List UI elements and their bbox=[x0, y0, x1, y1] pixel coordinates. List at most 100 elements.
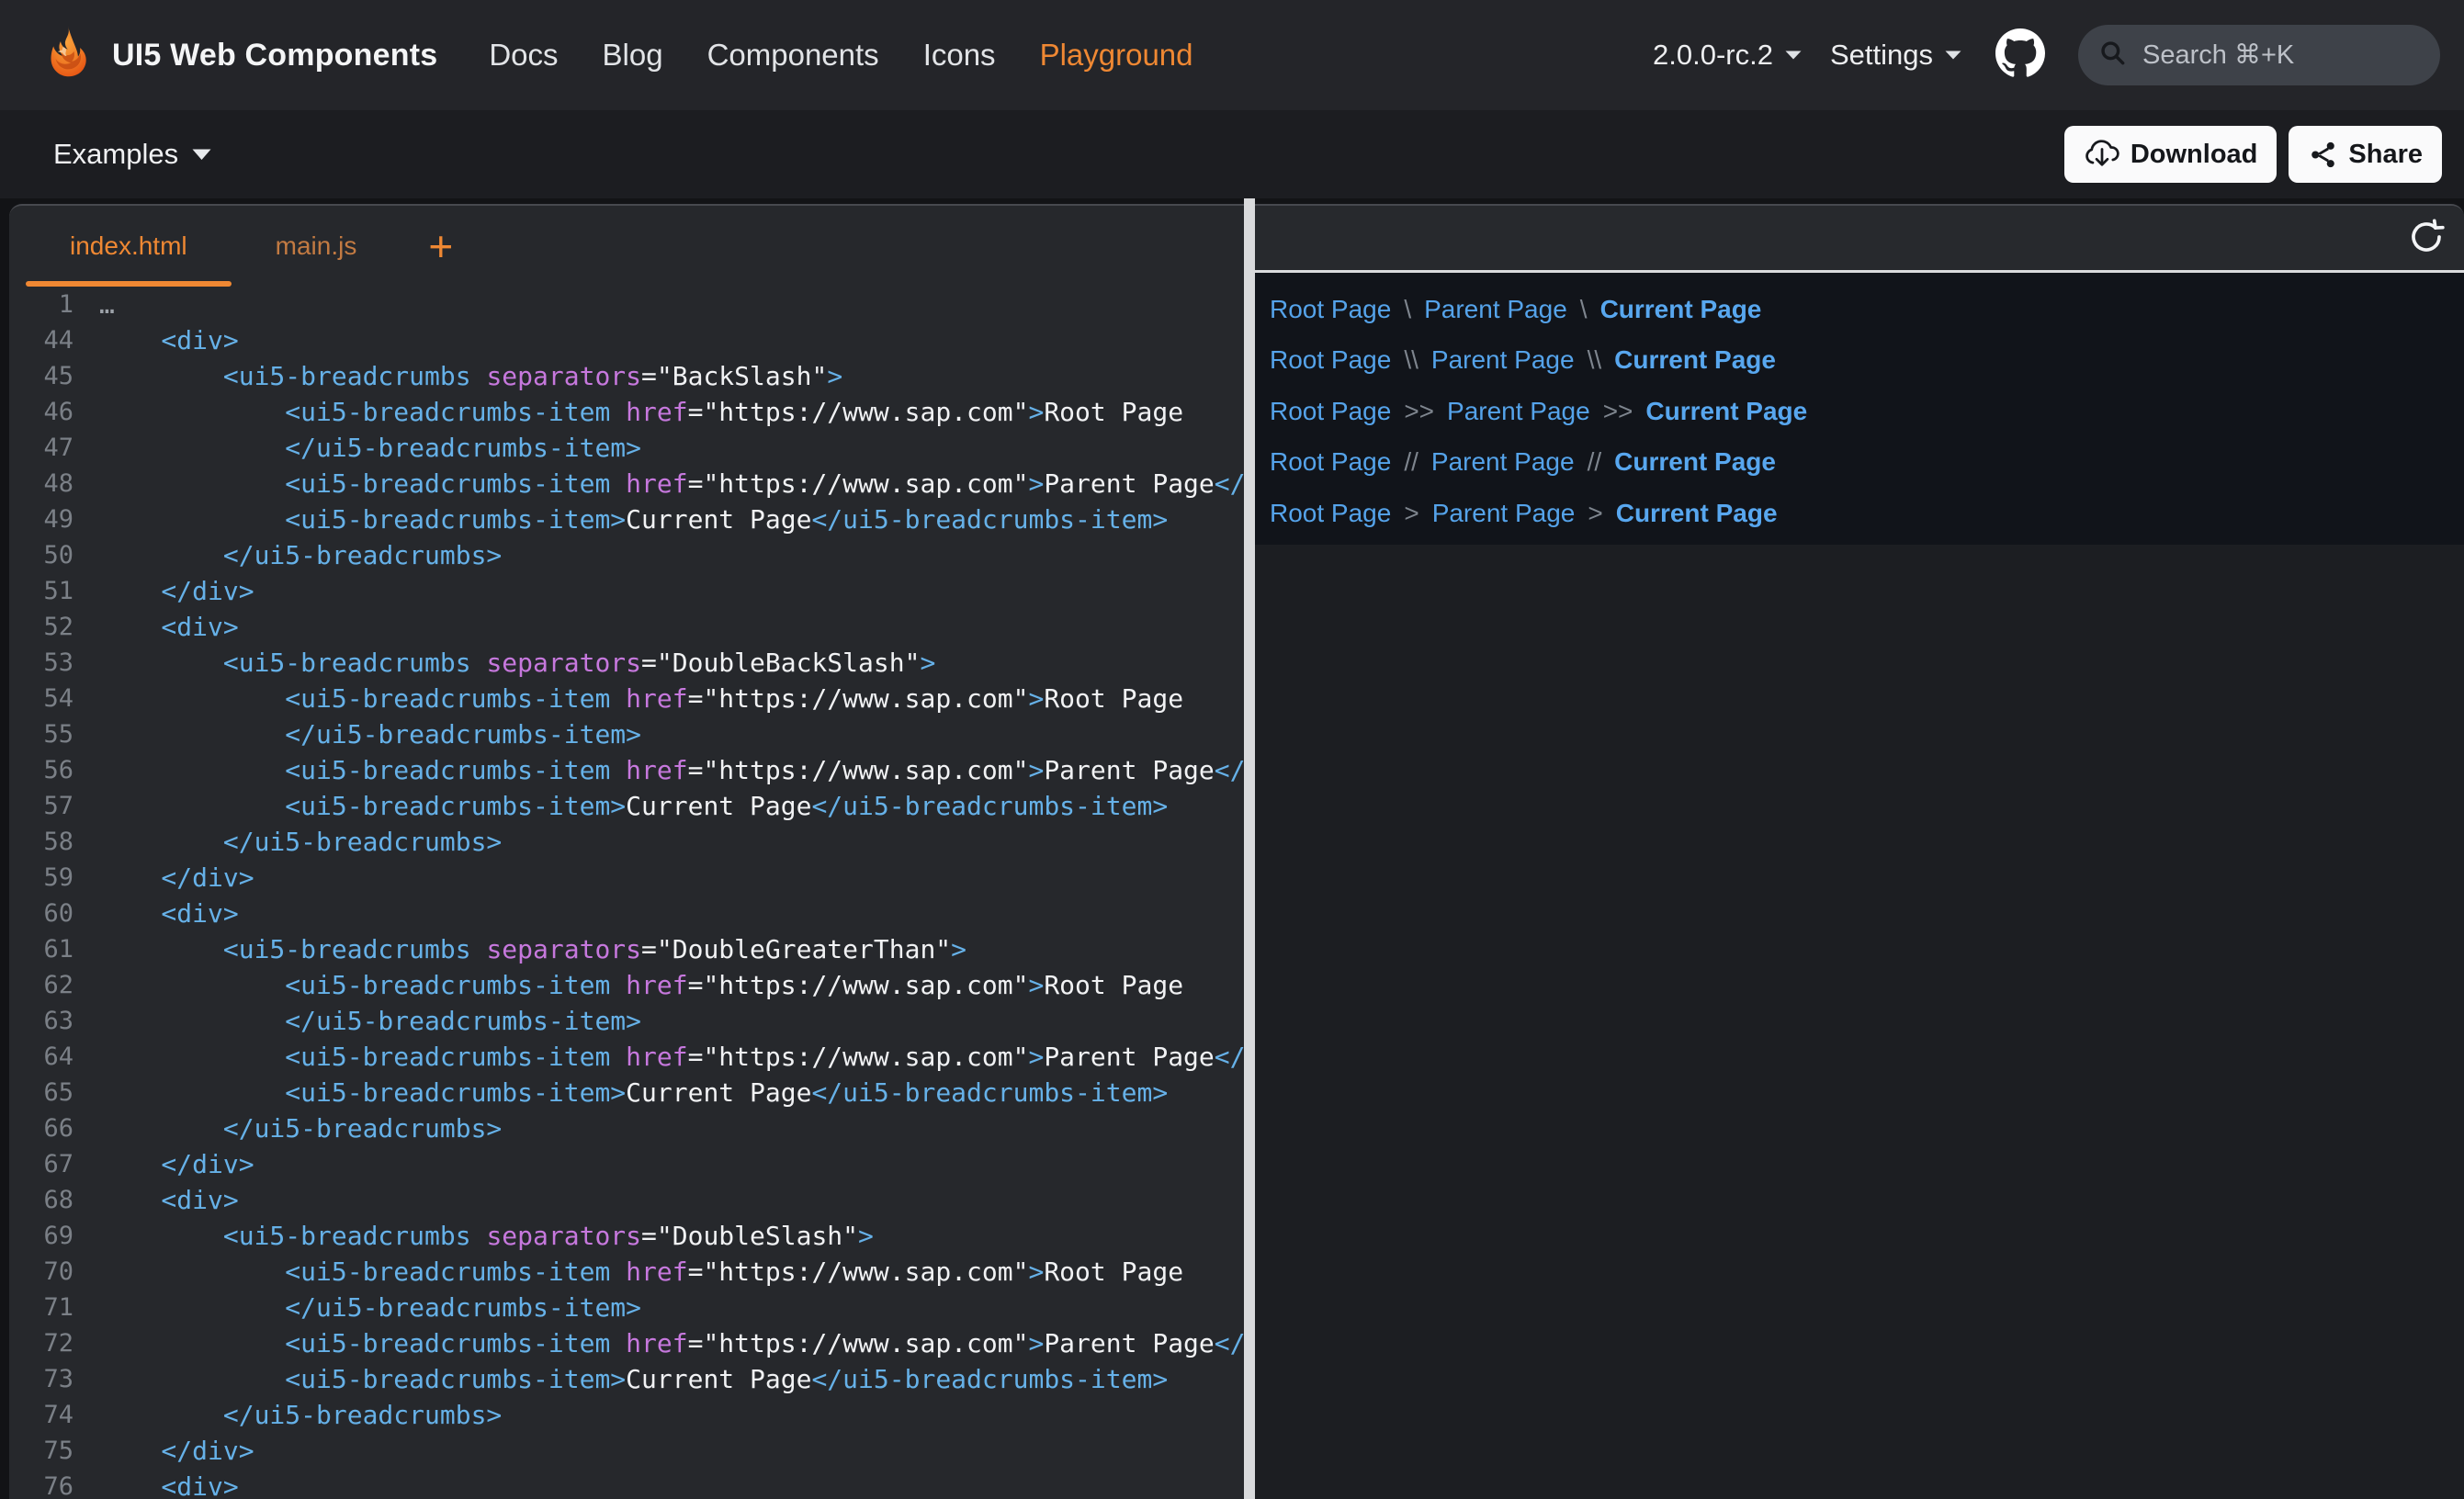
code-line[interactable]: 50 </ui5-breadcrumbs> bbox=[9, 537, 1244, 573]
line-content: </ui5-breadcrumbs> bbox=[99, 1400, 502, 1430]
preview-empty-area bbox=[1255, 545, 2464, 1499]
settings-dropdown[interactable]: Settings bbox=[1830, 39, 1962, 72]
code-line[interactable]: 66 </ui5-breadcrumbs> bbox=[9, 1110, 1244, 1146]
refresh-button[interactable] bbox=[2402, 212, 2451, 265]
editor-tabbar: index.html main.js + bbox=[9, 206, 1244, 287]
nav-link-playground[interactable]: Playground bbox=[1040, 38, 1193, 73]
code-line[interactable]: 75 </div> bbox=[9, 1433, 1244, 1469]
code-lines[interactable]: 1…44 <div>45 <ui5-breadcrumbs separators… bbox=[9, 287, 1244, 1499]
refresh-icon bbox=[2407, 218, 2446, 259]
line-content: <div> bbox=[99, 898, 239, 929]
breadcrumbs-row: Root Page\Parent Page\Current Page bbox=[1270, 284, 2464, 335]
line-content: <div> bbox=[99, 1471, 239, 1499]
share-icon bbox=[2308, 140, 2338, 170]
share-button[interactable]: Share bbox=[2289, 126, 2442, 183]
code-line[interactable]: 1… bbox=[9, 287, 1244, 322]
share-label: Share bbox=[2348, 140, 2423, 170]
code-line[interactable]: 76 <div> bbox=[9, 1469, 1244, 1499]
line-content: </div> bbox=[99, 1149, 254, 1179]
code-line[interactable]: 44 <div> bbox=[9, 322, 1244, 358]
code-line[interactable]: 62 <ui5-breadcrumbs-item href="https://w… bbox=[9, 967, 1244, 1003]
code-line[interactable]: 47 </ui5-breadcrumbs-item> bbox=[9, 430, 1244, 466]
code-line[interactable]: 49 <ui5-breadcrumbs-item>Current Page</u… bbox=[9, 502, 1244, 537]
add-tab-button[interactable]: + bbox=[413, 206, 468, 287]
line-number: 45 bbox=[9, 362, 73, 390]
line-content: <div> bbox=[99, 1185, 239, 1215]
version-dropdown[interactable]: 2.0.0-rc.2 bbox=[1653, 39, 1803, 72]
code-line[interactable]: 65 <ui5-breadcrumbs-item>Current Page</u… bbox=[9, 1075, 1244, 1110]
code-line[interactable]: 59 </div> bbox=[9, 860, 1244, 896]
breadcrumbs-row: Root Page//Parent Page//Current Page bbox=[1270, 437, 2464, 489]
breadcrumb-separator: > bbox=[1404, 499, 1418, 528]
breadcrumb-link[interactable]: Parent Page bbox=[1432, 499, 1576, 528]
line-content: </ui5-breadcrumbs-item> bbox=[99, 1006, 641, 1036]
breadcrumb-separator: // bbox=[1404, 447, 1418, 477]
breadcrumb-link[interactable]: Parent Page bbox=[1447, 397, 1590, 426]
preview-pane: Root Page\Parent Page\Current PageRoot P… bbox=[1255, 204, 2464, 1499]
code-line[interactable]: 57 <ui5-breadcrumbs-item>Current Page</u… bbox=[9, 788, 1244, 824]
code-line[interactable]: 52 <div> bbox=[9, 609, 1244, 645]
line-content: <ui5-breadcrumbs-item>Current Page</ui5-… bbox=[99, 1077, 1168, 1108]
code-line[interactable]: 70 <ui5-breadcrumbs-item href="https://w… bbox=[9, 1254, 1244, 1290]
breadcrumb-link[interactable]: Root Page bbox=[1270, 397, 1391, 426]
code-line[interactable]: 71 </ui5-breadcrumbs-item> bbox=[9, 1290, 1244, 1325]
line-number: 58 bbox=[9, 828, 73, 856]
line-number: 71 bbox=[9, 1293, 73, 1322]
code-line[interactable]: 72 <ui5-breadcrumbs-item href="https://w… bbox=[9, 1325, 1244, 1361]
line-content: </div> bbox=[99, 576, 254, 606]
code-line[interactable]: 46 <ui5-breadcrumbs-item href="https://w… bbox=[9, 394, 1244, 430]
code-line[interactable]: 55 </ui5-breadcrumbs-item> bbox=[9, 716, 1244, 752]
tab-index.html[interactable]: index.html bbox=[26, 206, 232, 287]
breadcrumb-link[interactable]: Parent Page bbox=[1431, 447, 1575, 477]
github-link[interactable] bbox=[1995, 28, 2045, 83]
line-content: <ui5-breadcrumbs-item href="https://www.… bbox=[99, 683, 1183, 714]
search-input[interactable] bbox=[2142, 40, 2422, 71]
breadcrumb-link[interactable]: Root Page bbox=[1270, 345, 1391, 375]
breadcrumb-link[interactable]: Root Page bbox=[1270, 295, 1391, 324]
code-line[interactable]: 61 <ui5-breadcrumbs separators="DoubleGr… bbox=[9, 931, 1244, 967]
download-button[interactable]: Download bbox=[2064, 126, 2278, 183]
code-line[interactable]: 51 </div> bbox=[9, 573, 1244, 609]
code-line[interactable]: 54 <ui5-breadcrumbs-item href="https://w… bbox=[9, 681, 1244, 716]
code-line[interactable]: 67 </div> bbox=[9, 1146, 1244, 1182]
brand[interactable]: UI5 Web Components bbox=[37, 25, 437, 85]
breadcrumb-current: Current Page bbox=[1645, 397, 1807, 426]
code-line[interactable]: 53 <ui5-breadcrumbs separators="DoubleBa… bbox=[9, 645, 1244, 681]
breadcrumb-link[interactable]: Parent Page bbox=[1424, 295, 1567, 324]
examples-dropdown[interactable]: Examples bbox=[53, 138, 212, 171]
nav-link-icons[interactable]: Icons bbox=[923, 38, 996, 73]
code-line[interactable]: 45 <ui5-breadcrumbs separators="BackSlas… bbox=[9, 358, 1244, 394]
line-content: <ui5-breadcrumbs separators="BackSlash"> bbox=[99, 361, 842, 391]
code-line[interactable]: 64 <ui5-breadcrumbs-item href="https://w… bbox=[9, 1039, 1244, 1075]
breadcrumb-link[interactable]: Parent Page bbox=[1431, 345, 1575, 375]
line-number: 50 bbox=[9, 541, 73, 569]
nav-link-components[interactable]: Components bbox=[707, 38, 879, 73]
code-line[interactable]: 56 <ui5-breadcrumbs-item href="https://w… bbox=[9, 752, 1244, 788]
line-number: 52 bbox=[9, 613, 73, 641]
tab-label: index.html bbox=[70, 231, 187, 261]
code-line[interactable]: 74 </ui5-breadcrumbs> bbox=[9, 1397, 1244, 1433]
breadcrumb-link[interactable]: Root Page bbox=[1270, 499, 1391, 528]
code-line[interactable]: 68 <div> bbox=[9, 1182, 1244, 1218]
tab-main.js[interactable]: main.js bbox=[232, 206, 401, 287]
breadcrumb-separator: \ bbox=[1580, 295, 1588, 324]
breadcrumb-link[interactable]: Root Page bbox=[1270, 447, 1391, 477]
breadcrumb-separator: \\ bbox=[1404, 345, 1418, 375]
line-number: 64 bbox=[9, 1043, 73, 1071]
search-box[interactable] bbox=[2078, 25, 2440, 85]
pane-splitter[interactable] bbox=[1244, 198, 1255, 1499]
line-content: </ui5-breadcrumbs-item> bbox=[99, 719, 641, 750]
download-cloud-icon bbox=[2084, 139, 2120, 170]
code-line[interactable]: 69 <ui5-breadcrumbs separators="DoubleSl… bbox=[9, 1218, 1244, 1254]
nav-link-blog[interactable]: Blog bbox=[603, 38, 663, 73]
code-line[interactable]: 63 </ui5-breadcrumbs-item> bbox=[9, 1003, 1244, 1039]
code-line[interactable]: 58 </ui5-breadcrumbs> bbox=[9, 824, 1244, 860]
code-line[interactable]: 48 <ui5-breadcrumbs-item href="https://w… bbox=[9, 466, 1244, 502]
breadcrumbs-row: Root Page>>Parent Page>>Current Page bbox=[1270, 386, 2464, 437]
code-line[interactable]: 60 <div> bbox=[9, 896, 1244, 931]
line-number: 51 bbox=[9, 577, 73, 605]
line-content: <ui5-breadcrumbs-item href="https://www.… bbox=[99, 468, 1244, 499]
code-line[interactable]: 73 <ui5-breadcrumbs-item>Current Page</u… bbox=[9, 1361, 1244, 1397]
tab-label: main.js bbox=[276, 231, 357, 261]
nav-link-docs[interactable]: Docs bbox=[489, 38, 558, 73]
